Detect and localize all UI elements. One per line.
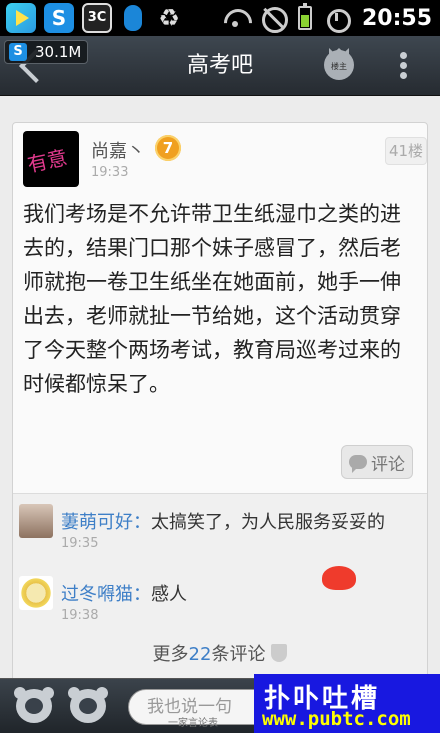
floor-number: 41楼 bbox=[385, 137, 427, 165]
reply-time: 19:38 bbox=[61, 608, 99, 623]
no-signal-icon bbox=[260, 5, 288, 33]
comment-button[interactable]: 评论 bbox=[341, 445, 413, 479]
recycle-icon[interactable]: ♻ bbox=[154, 3, 184, 33]
play-store-icon[interactable] bbox=[6, 3, 36, 33]
memory-value: 30.1M bbox=[35, 43, 82, 61]
reply-username[interactable]: 过冬嘚猫： bbox=[61, 584, 151, 605]
memory-badge[interactable]: S 30.1M bbox=[4, 40, 89, 64]
wifi-icon bbox=[222, 5, 248, 31]
owner-only-icon[interactable]: 楼主 bbox=[324, 50, 354, 80]
360-security-icon[interactable]: S bbox=[44, 3, 74, 33]
cpu-monitor-icon[interactable]: 3C bbox=[82, 3, 112, 33]
avatar[interactable] bbox=[19, 576, 53, 610]
level-badge: 7 bbox=[155, 135, 181, 161]
status-time: 20:55 bbox=[361, 5, 432, 31]
avatar[interactable] bbox=[23, 131, 79, 187]
reply-text: 感人 bbox=[151, 584, 187, 605]
qq-icon[interactable] bbox=[118, 3, 148, 33]
more-comments-prefix: 更多 bbox=[152, 644, 189, 665]
post-time: 19:33 bbox=[91, 165, 129, 180]
status-bar: S 3C ♻ 20:55 bbox=[0, 0, 440, 36]
more-comments-count: 22 bbox=[188, 644, 212, 665]
voice-icon[interactable] bbox=[14, 687, 54, 723]
reply-time: 19:35 bbox=[61, 536, 99, 551]
thread-content[interactable]: 尚嘉丶 7 19:33 41楼 我们考场是不允许带卫生纸湿巾之类的进去的，结果门… bbox=[0, 96, 440, 678]
reply-username[interactable]: 萋萌可好： bbox=[61, 512, 151, 533]
more-comments-link[interactable]: 更多22条评论 bbox=[13, 640, 427, 666]
more-comments-suffix: 条评论 bbox=[211, 644, 266, 665]
watermark: 扑卟吐槽 www.pubtc.com bbox=[254, 674, 440, 733]
reply-text: 太搞笑了，为人民服务妥妥的 bbox=[151, 512, 385, 533]
post-username[interactable]: 尚嘉丶 bbox=[91, 137, 145, 163]
watermark-url: www.pubtc.com bbox=[262, 708, 411, 730]
post-card: 尚嘉丶 7 19:33 41楼 我们考场是不允许带卫生纸湿巾之类的进去的，结果门… bbox=[12, 122, 428, 678]
alarm-icon bbox=[324, 5, 351, 33]
list-item[interactable]: 过冬嘚猫：感人 19:38 bbox=[13, 568, 427, 638]
comment-button-label: 评论 bbox=[371, 454, 405, 475]
more-menu-icon[interactable] bbox=[400, 52, 408, 80]
watermark-small: 一家言论表 bbox=[168, 718, 218, 729]
battery-icon bbox=[297, 3, 312, 30]
emoji-icon[interactable] bbox=[68, 687, 108, 723]
avatar[interactable] bbox=[19, 504, 53, 538]
360-badge-icon: S bbox=[9, 43, 27, 61]
shield-icon bbox=[271, 644, 288, 662]
list-item[interactable]: 萋萌可好：太搞笑了，为人民服务妥妥的 19:35 bbox=[13, 496, 427, 566]
reply-list: 萋萌可好：太搞笑了，为人民服务妥妥的 19:35 过冬嘚猫：感人 19:38 更… bbox=[13, 493, 427, 678]
floating-bubble-icon[interactable] bbox=[322, 566, 356, 590]
comment-icon bbox=[349, 455, 367, 473]
post-body: 我们考场是不允许带卫生纸湿巾之类的进去的，结果门口那个妹子感冒了，然后老师就抱一… bbox=[23, 202, 401, 396]
